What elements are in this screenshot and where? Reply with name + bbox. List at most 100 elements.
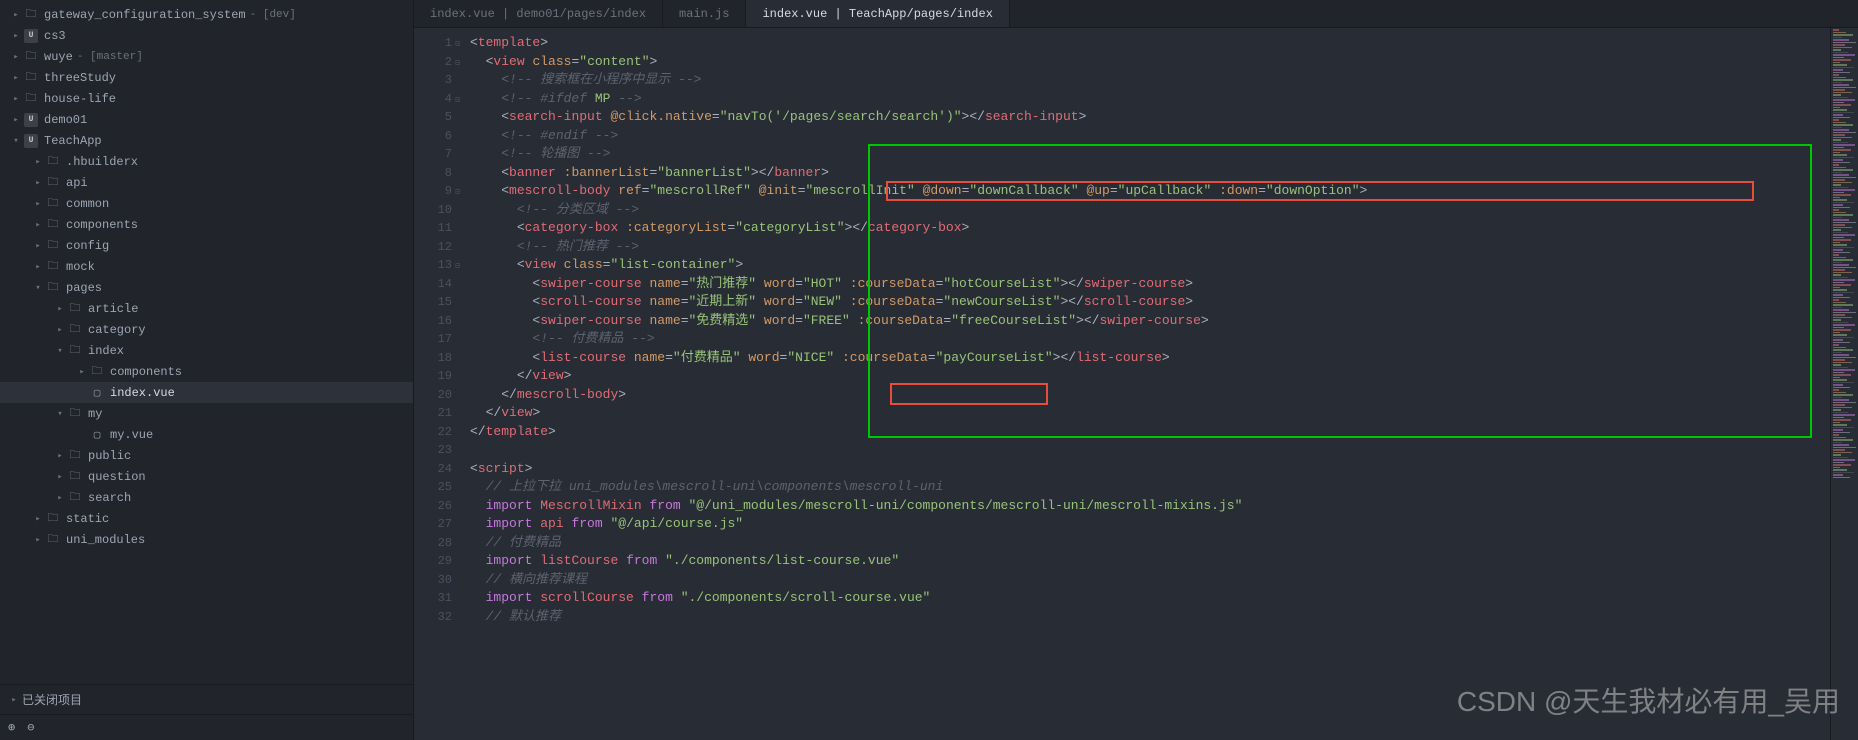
- code-editor[interactable]: 1⊟2⊟34⊟56789⊟10111213⊟141516171819202122…: [414, 28, 1858, 740]
- code-line[interactable]: // 上拉下拉 uni_modules\mescroll-uni\compone…: [464, 478, 1830, 497]
- fold-icon[interactable]: ⊟: [455, 92, 460, 111]
- tree-item[interactable]: ▸🗀threeStudy: [0, 67, 413, 88]
- chevron-icon[interactable]: ▸: [32, 535, 44, 545]
- chevron-icon[interactable]: ▸: [10, 10, 22, 20]
- chevron-icon[interactable]: ▸: [54, 472, 66, 482]
- tree-item[interactable]: ▢index.vue: [0, 382, 413, 403]
- fold-icon[interactable]: ⊟: [455, 258, 460, 277]
- line-number: 4⊟: [414, 90, 452, 109]
- chevron-icon[interactable]: ▸: [10, 94, 22, 104]
- code-line[interactable]: [464, 441, 1830, 460]
- tree-item[interactable]: ▸🗀question: [0, 466, 413, 487]
- fold-icon[interactable]: ⊟: [455, 55, 460, 74]
- closed-projects-section[interactable]: ▸ 已关闭项目: [0, 684, 413, 714]
- chevron-icon[interactable]: ▾: [10, 136, 22, 146]
- minimap[interactable]: [1830, 28, 1858, 740]
- code-line[interactable]: <!-- 分类区域 -->: [464, 201, 1830, 220]
- chevron-icon[interactable]: ▸: [32, 178, 44, 188]
- tree-item[interactable]: ▸🗀api: [0, 172, 413, 193]
- chevron-icon[interactable]: ▸: [76, 367, 88, 377]
- tree-item[interactable]: ▸🗀mock: [0, 256, 413, 277]
- code-line[interactable]: // 默认推荐: [464, 608, 1830, 627]
- chevron-icon[interactable]: ▾: [32, 283, 44, 293]
- code-line[interactable]: </view>: [464, 404, 1830, 423]
- code-line[interactable]: <swiper-course name="免费精选" word="FREE" :…: [464, 312, 1830, 331]
- code-line[interactable]: <list-course name="付费精品" word="NICE" :co…: [464, 349, 1830, 368]
- code-line[interactable]: <!-- 付费精品 -->: [464, 330, 1830, 349]
- tree-item[interactable]: ▸🗀search: [0, 487, 413, 508]
- chevron-icon[interactable]: ▸: [32, 262, 44, 272]
- tree-item[interactable]: ▾🗀index: [0, 340, 413, 361]
- code-line[interactable]: <!-- #ifdef MP -->: [464, 90, 1830, 109]
- tree-item[interactable]: ▾🗀pages: [0, 277, 413, 298]
- code-line[interactable]: import listCourse from "./components/lis…: [464, 552, 1830, 571]
- code-line[interactable]: import MescrollMixin from "@/uni_modules…: [464, 497, 1830, 516]
- project-tree[interactable]: ▸🗀gateway_configuration_system - [dev]▸U…: [0, 0, 413, 684]
- tree-item[interactable]: ▸🗀config: [0, 235, 413, 256]
- chevron-icon[interactable]: ▸: [32, 220, 44, 230]
- code-line[interactable]: </mescroll-body>: [464, 386, 1830, 405]
- editor-tab[interactable]: index.vue | demo01/pages/index: [414, 0, 663, 27]
- code-line[interactable]: <swiper-course name="热门推荐" word="HOT" :c…: [464, 275, 1830, 294]
- editor-tab[interactable]: index.vue | TeachApp/pages/index: [746, 0, 1009, 27]
- chevron-icon[interactable]: ▸: [32, 157, 44, 167]
- status-icon-2[interactable]: ⊖: [27, 720, 34, 735]
- code-line[interactable]: // 付费精品: [464, 534, 1830, 553]
- code-line[interactable]: <!-- 热门推荐 -->: [464, 238, 1830, 257]
- chevron-icon[interactable]: ▸: [32, 241, 44, 251]
- code-line[interactable]: <category-box :categoryList="categoryLis…: [464, 219, 1830, 238]
- tree-item[interactable]: ▸Ucs3: [0, 25, 413, 46]
- chevron-icon[interactable]: ▸: [32, 514, 44, 524]
- status-icon-1[interactable]: ⊕: [8, 720, 15, 735]
- code-line[interactable]: <!-- 轮播图 -->: [464, 145, 1830, 164]
- code-line[interactable]: <template>: [464, 34, 1830, 53]
- chevron-icon[interactable]: ▸: [32, 199, 44, 209]
- tree-item[interactable]: ▸🗀.hbuilderx: [0, 151, 413, 172]
- tree-item[interactable]: ▸🗀components: [0, 214, 413, 235]
- chevron-icon[interactable]: ▸: [10, 115, 22, 125]
- code-line[interactable]: <!-- 搜索框在小程序中显示 -->: [464, 71, 1830, 90]
- code-line[interactable]: <view class="list-container">: [464, 256, 1830, 275]
- code-line[interactable]: </view>: [464, 367, 1830, 386]
- code-line[interactable]: <mescroll-body ref="mescrollRef" @init="…: [464, 182, 1830, 201]
- chevron-icon[interactable]: ▸: [54, 304, 66, 314]
- code-line[interactable]: <!-- #endif -->: [464, 127, 1830, 146]
- code-line[interactable]: <scroll-course name="近期上新" word="NEW" :c…: [464, 293, 1830, 312]
- code-area[interactable]: <template> <view class="content"> <!-- 搜…: [464, 28, 1830, 740]
- chevron-icon[interactable]: ▸: [10, 52, 22, 62]
- chevron-icon[interactable]: ▸: [54, 451, 66, 461]
- chevron-icon[interactable]: ▸: [54, 325, 66, 335]
- tree-item[interactable]: ▸🗀static: [0, 508, 413, 529]
- fold-icon[interactable]: ⊟: [455, 184, 460, 203]
- code-line[interactable]: </template>: [464, 423, 1830, 442]
- tree-item[interactable]: ▸🗀category: [0, 319, 413, 340]
- tree-item[interactable]: ▸🗀article: [0, 298, 413, 319]
- chevron-icon[interactable]: ▾: [54, 346, 66, 356]
- code-line[interactable]: // 横向推荐课程: [464, 571, 1830, 590]
- chevron-icon[interactable]: ▸: [10, 73, 22, 83]
- editor-tab[interactable]: main.js: [663, 0, 746, 27]
- chevron-icon[interactable]: ▸: [10, 31, 22, 41]
- code-line[interactable]: <script>: [464, 460, 1830, 479]
- chevron-icon[interactable]: ▾: [54, 409, 66, 419]
- fold-icon[interactable]: ⊟: [455, 36, 460, 55]
- tree-item[interactable]: ▾UTeachApp: [0, 130, 413, 151]
- tree-item[interactable]: ▢my.vue: [0, 424, 413, 445]
- tree-item[interactable]: ▸🗀gateway_configuration_system - [dev]: [0, 4, 413, 25]
- tree-item[interactable]: ▸Udemo01: [0, 109, 413, 130]
- code-line[interactable]: import scrollCourse from "./components/s…: [464, 589, 1830, 608]
- code-line[interactable]: <banner :bannerList="bannerList"></banne…: [464, 164, 1830, 183]
- tree-item[interactable]: ▾🗀my: [0, 403, 413, 424]
- minimap-line: [1833, 49, 1841, 51]
- tree-item[interactable]: ▸🗀components: [0, 361, 413, 382]
- tree-item[interactable]: ▸🗀wuye - [master]: [0, 46, 413, 67]
- code-line[interactable]: <view class="content">: [464, 53, 1830, 72]
- tree-item[interactable]: ▸🗀common: [0, 193, 413, 214]
- tree-item[interactable]: ▸🗀house-life: [0, 88, 413, 109]
- code-line[interactable]: import api from "@/api/course.js": [464, 515, 1830, 534]
- chevron-icon[interactable]: ▸: [54, 493, 66, 503]
- tree-item[interactable]: ▸🗀public: [0, 445, 413, 466]
- minimap-line: [1833, 102, 1844, 104]
- code-line[interactable]: <search-input @click.native="navTo('/pag…: [464, 108, 1830, 127]
- tree-item[interactable]: ▸🗀uni_modules: [0, 529, 413, 550]
